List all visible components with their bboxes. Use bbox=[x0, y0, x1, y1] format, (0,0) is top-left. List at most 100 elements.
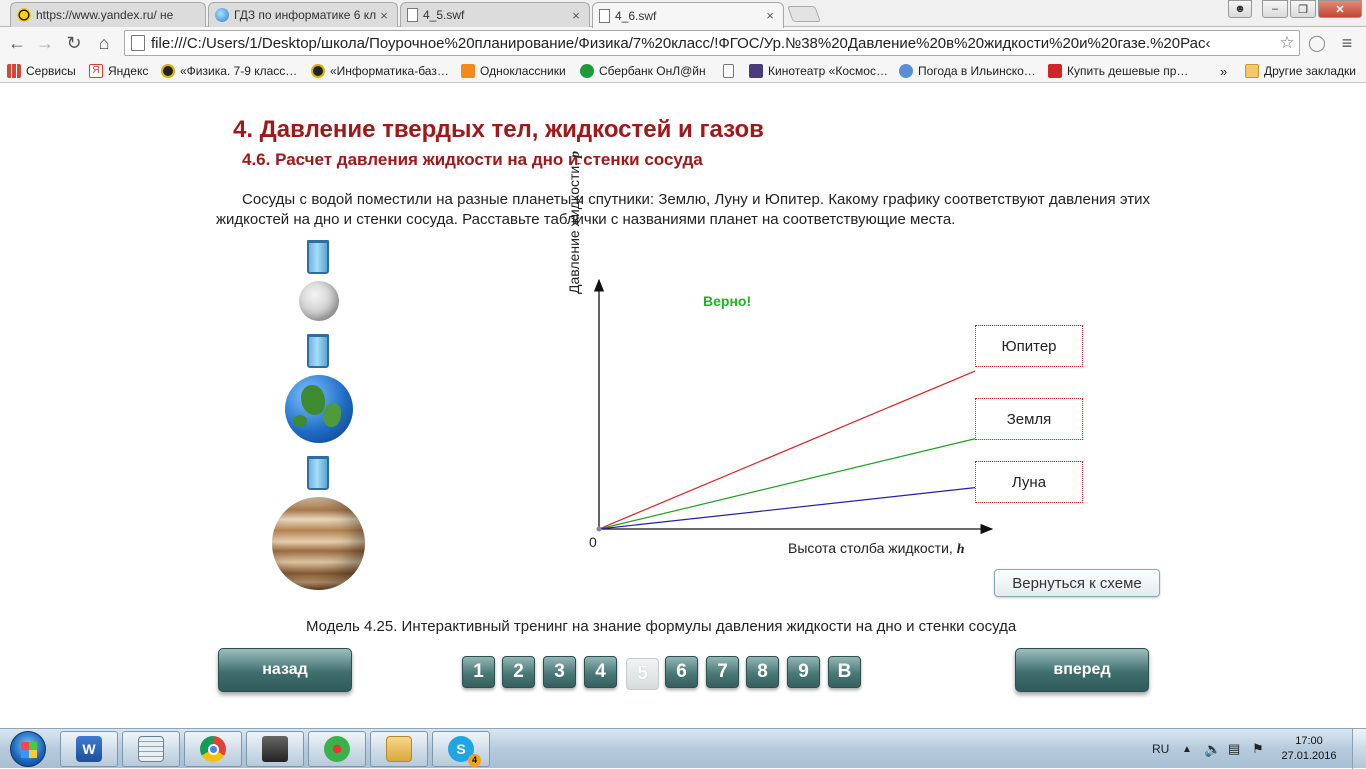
page-button-4[interactable]: 4 bbox=[584, 656, 617, 688]
address-bar[interactable]: file:///C:/Users/1/Desktop/школа/Поурочн… bbox=[124, 30, 1300, 56]
bookmark-blank[interactable] bbox=[723, 62, 739, 80]
water-vessel-icon bbox=[307, 456, 329, 490]
pressure-graph bbox=[593, 278, 994, 535]
water-vessel-icon bbox=[307, 334, 329, 368]
start-button[interactable] bbox=[3, 730, 53, 768]
bookmark-fizika[interactable]: «Физика. 7-9 класс… bbox=[161, 62, 297, 80]
page-icon bbox=[599, 8, 610, 23]
page-title: 4. Давление твердых тел, жидкостей и газ… bbox=[233, 116, 764, 143]
word-icon: W bbox=[76, 736, 102, 762]
origin-label: 0 bbox=[589, 534, 597, 550]
tab-gdz[interactable]: ГДЗ по информатике 6 кл × bbox=[208, 2, 398, 27]
page-button-2[interactable]: 2 bbox=[502, 656, 535, 688]
tab-yandex[interactable]: https://www.yandex.ru/ не bbox=[10, 2, 206, 27]
tab-4-5[interactable]: 4_5.swf × bbox=[400, 2, 590, 27]
forward-button[interactable]: вперед bbox=[1015, 648, 1149, 692]
bookmarks-bar: Сервисы Я Яндекс «Физика. 7-9 класс… «Инф… bbox=[0, 59, 1366, 83]
star-icon[interactable]: ☆ bbox=[1275, 33, 1299, 53]
page-icon bbox=[407, 8, 418, 22]
folder-icon bbox=[1245, 64, 1259, 78]
label-jupiter[interactable]: Юпитер bbox=[975, 325, 1083, 367]
bookmark-pogoda[interactable]: Погода в Ильинско… bbox=[899, 62, 1036, 80]
icq-icon bbox=[324, 736, 350, 762]
url-text: file:///C:/Users/1/Desktop/школа/Поурочн… bbox=[151, 34, 1211, 52]
close-window-button[interactable]: ✕ bbox=[1318, 0, 1362, 18]
jupiter-icon bbox=[272, 497, 365, 590]
taskbar: W S4 RU ▲ 🔈 ▤ ⚑ 17:00 27.01.2016 bbox=[0, 728, 1366, 769]
close-icon[interactable]: × bbox=[569, 8, 583, 23]
bookmark-yandex[interactable]: Я Яндекс bbox=[89, 62, 148, 80]
bookmark-label: «Информатика-баз… bbox=[330, 64, 449, 78]
bookmark-informatika[interactable]: «Информатика-баз… bbox=[311, 62, 449, 80]
taskbar-skype[interactable]: S4 bbox=[432, 731, 490, 767]
page-icon bbox=[131, 35, 145, 51]
bookmark-kinoteatr[interactable]: Кинотеатр «Космос… bbox=[749, 62, 888, 80]
film-icon bbox=[749, 64, 763, 78]
page-button-v[interactable]: В bbox=[828, 656, 861, 688]
system-clock[interactable]: 17:00 27.01.2016 bbox=[1278, 734, 1340, 764]
show-desktop-button[interactable] bbox=[1352, 729, 1366, 769]
bookmark-kupit[interactable]: Купить дешевые пр… bbox=[1048, 62, 1188, 80]
bookmark-services[interactable]: Сервисы bbox=[7, 62, 76, 80]
odnoklassniki-icon bbox=[461, 64, 475, 78]
yandex-icon: Я bbox=[89, 64, 103, 78]
weather-icon bbox=[899, 64, 913, 78]
calculator-icon bbox=[138, 736, 164, 762]
home-icon[interactable]: ⌂ bbox=[92, 31, 116, 55]
page-button-6[interactable]: 6 bbox=[665, 656, 698, 688]
back-to-scheme-button[interactable]: Вернуться к схеме bbox=[994, 569, 1160, 597]
browser-toolbar: ← → ↻ ⌂ file:///C:/Users/1/Desktop/школа… bbox=[0, 27, 1366, 59]
forward-arrow-icon[interactable]: → bbox=[33, 31, 57, 55]
clock-time: 17:00 bbox=[1295, 735, 1323, 747]
explorer-icon bbox=[386, 736, 412, 762]
user-icon[interactable]: ☻ bbox=[1228, 0, 1252, 18]
clock-date: 27.01.2016 bbox=[1281, 750, 1337, 762]
shield-icon[interactable]: ◯ bbox=[1306, 32, 1328, 54]
page-button-7[interactable]: 7 bbox=[706, 656, 739, 688]
tab-title: ГДЗ по информатике 6 кл bbox=[234, 8, 377, 22]
bookmark-label: Одноклассники bbox=[480, 64, 566, 78]
page-button-3[interactable]: 3 bbox=[543, 656, 576, 688]
page-button-8[interactable]: 8 bbox=[746, 656, 779, 688]
scanner-icon bbox=[262, 736, 288, 762]
language-indicator[interactable]: RU bbox=[1152, 729, 1169, 769]
page-button-5-current[interactable]: 5 bbox=[626, 658, 659, 690]
page-content: 4. Давление твердых тел, жидкостей и газ… bbox=[0, 84, 1366, 728]
minimize-button[interactable]: – bbox=[1262, 0, 1288, 18]
label-earth[interactable]: Земля bbox=[975, 398, 1083, 440]
taskbar-word[interactable]: W bbox=[60, 731, 118, 767]
bookmark-odnoklassniki[interactable]: Одноклассники bbox=[461, 62, 566, 80]
bookmark-label: Купить дешевые пр… bbox=[1067, 64, 1189, 78]
reload-icon[interactable]: ↻ bbox=[62, 31, 86, 55]
menu-icon[interactable]: ≡ bbox=[1336, 32, 1358, 54]
bookmark-sberbank[interactable]: Сбербанк ОнЛ@йн bbox=[580, 62, 706, 80]
back-button[interactable]: назад bbox=[218, 648, 352, 692]
skype-badge: 4 bbox=[468, 754, 481, 767]
maximize-button[interactable]: ❐ bbox=[1290, 0, 1316, 18]
y-axis-label: Давление жидкости, p bbox=[566, 150, 583, 294]
taskbar-explorer[interactable] bbox=[370, 731, 428, 767]
speaker-icon[interactable]: 🔈 bbox=[1204, 729, 1221, 769]
taskbar-chrome[interactable] bbox=[184, 731, 242, 767]
page-button-1[interactable]: 1 bbox=[462, 656, 495, 688]
close-icon[interactable]: × bbox=[377, 8, 391, 23]
tab-4-6[interactable]: 4_6.swf × bbox=[592, 2, 784, 28]
page-button-9[interactable]: 9 bbox=[787, 656, 820, 688]
moon-icon bbox=[299, 281, 339, 321]
taskbar-calculator[interactable] bbox=[122, 731, 180, 767]
network-icon[interactable]: ▤ bbox=[1228, 729, 1240, 769]
globe-icon bbox=[215, 8, 229, 22]
back-arrow-icon[interactable]: ← bbox=[5, 31, 29, 55]
taskbar-icq[interactable] bbox=[308, 731, 366, 767]
graph-line bbox=[598, 438, 976, 530]
close-icon[interactable]: × bbox=[763, 8, 777, 23]
taskbar-scanner[interactable] bbox=[246, 731, 304, 767]
bookmark-site-icon bbox=[161, 64, 175, 78]
flag-icon[interactable]: ⚑ bbox=[1252, 729, 1264, 769]
model-caption: Модель 4.25. Интерактивный тренинг на зн… bbox=[306, 618, 1017, 635]
label-moon[interactable]: Луна bbox=[975, 461, 1083, 503]
more-bookmarks-chevron[interactable]: » bbox=[1220, 62, 1227, 80]
new-tab-button[interactable] bbox=[787, 6, 821, 22]
bookmark-other[interactable]: Другие закладки bbox=[1245, 62, 1356, 80]
tray-expand-icon[interactable]: ▲ bbox=[1182, 729, 1192, 769]
